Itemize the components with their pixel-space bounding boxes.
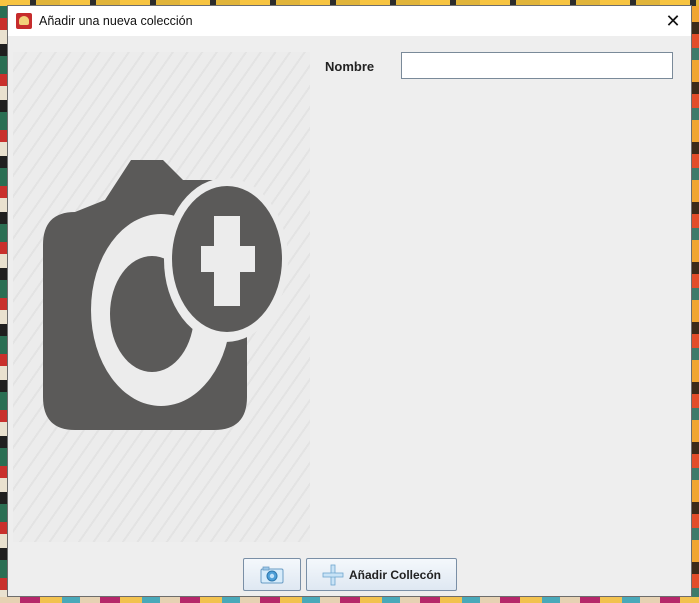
- name-label: Nombre: [325, 59, 375, 74]
- select-photo-button[interactable]: [243, 558, 301, 591]
- add-collection-dialog: Añadir una nueva colección ✕ Nombre Añad…: [7, 5, 692, 597]
- add-collection-button[interactable]: Añadir Collecón: [306, 558, 457, 591]
- close-button[interactable]: ✕: [655, 6, 691, 36]
- app-logo-icon: [16, 13, 32, 29]
- window-title: Añadir una nueva colección: [39, 14, 193, 28]
- add-photo-camera-icon: [43, 160, 288, 430]
- close-icon: ✕: [665, 10, 681, 31]
- collection-image-preview[interactable]: [13, 52, 310, 542]
- desktop-background-right: [691, 0, 699, 603]
- add-collection-label: Añadir Collecón: [348, 567, 441, 582]
- title-bar[interactable]: Añadir una nueva colección ✕: [8, 6, 691, 36]
- name-input[interactable]: [401, 52, 673, 79]
- plus-icon: [322, 564, 344, 586]
- camera-icon: [260, 566, 284, 583]
- desktop-background-bottom: [0, 597, 699, 603]
